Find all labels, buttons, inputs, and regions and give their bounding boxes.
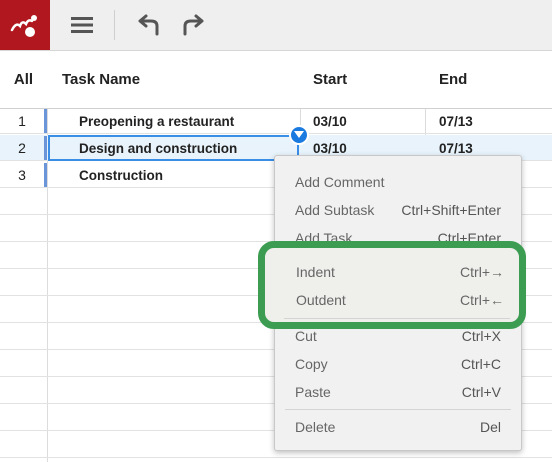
menu-item-paste[interactable]: Paste Ctrl+V — [275, 378, 521, 406]
menu-item-delete[interactable]: Delete Del — [275, 413, 521, 441]
toolbar — [0, 0, 552, 51]
task-name-cell[interactable]: Construction — [79, 162, 163, 188]
menu-item-shortcut: Ctrl+V — [461, 384, 501, 400]
row-indicator — [44, 163, 47, 187]
row-menu-dropdown-icon[interactable] — [289, 125, 309, 145]
toolbar-divider — [114, 10, 115, 40]
start-date-cell[interactable]: 03/10 — [313, 108, 347, 134]
menu-item-add-comment[interactable]: Add Comment — [275, 168, 521, 196]
app-logo-icon[interactable] — [0, 0, 50, 50]
menu-item-shortcut: Ctrl+X — [461, 328, 501, 344]
menu-item-indent[interactable]: Indent Ctrl+→ — [296, 260, 504, 284]
menu-item-shortcut: Ctrl+C — [460, 356, 501, 372]
row-number: 2 — [18, 140, 26, 156]
column-header-start[interactable]: Start — [313, 51, 347, 108]
header-row: All Task Name Start End — [0, 51, 552, 109]
menu-item-label: Cut — [295, 328, 317, 344]
menu-divider — [285, 409, 511, 410]
menu-item-label: Outdent — [296, 292, 346, 308]
menu-item-outdent[interactable]: Outdent Ctrl+← — [296, 288, 504, 312]
row-number: 1 — [18, 113, 26, 129]
row-indicator — [44, 109, 47, 133]
hamburger-menu-icon[interactable] — [66, 0, 98, 50]
undo-icon[interactable] — [134, 0, 164, 50]
menu-item-shortcut: Ctrl+→ — [460, 264, 504, 280]
highlight-outline — [258, 241, 526, 329]
menu-item-copy[interactable]: Copy Ctrl+C — [275, 350, 521, 378]
redo-icon[interactable] — [178, 0, 208, 50]
menu-item-label: Indent — [296, 264, 335, 280]
menu-item-label: Add Subtask — [295, 202, 375, 218]
column-header-task-name[interactable]: Task Name — [62, 51, 140, 108]
menu-item-shortcut: Del — [479, 419, 501, 435]
row-indicator — [44, 136, 47, 160]
menu-item-label: Add Comment — [295, 174, 385, 190]
table-row[interactable]: 1 Preopening a restaurant 03/10 07/13 — [0, 108, 552, 134]
task-name-cell[interactable]: Preopening a restaurant — [79, 108, 234, 134]
column-header-end[interactable]: End — [439, 51, 467, 108]
end-date-cell[interactable]: 07/13 — [439, 108, 473, 134]
row-number: 3 — [18, 167, 26, 183]
menu-item-shortcut: Ctrl+Shift+Enter — [401, 202, 501, 218]
menu-item-label: Paste — [295, 384, 331, 400]
menu-item-label: Copy — [295, 356, 328, 372]
task-name-cell[interactable]: Design and construction — [79, 135, 237, 161]
column-header-all[interactable]: All — [0, 51, 47, 108]
menu-item-shortcut: Ctrl+← — [460, 292, 504, 308]
menu-item-add-subtask[interactable]: Add Subtask Ctrl+Shift+Enter — [275, 196, 521, 224]
menu-item-label: Delete — [295, 419, 336, 435]
menu-divider — [284, 318, 510, 319]
